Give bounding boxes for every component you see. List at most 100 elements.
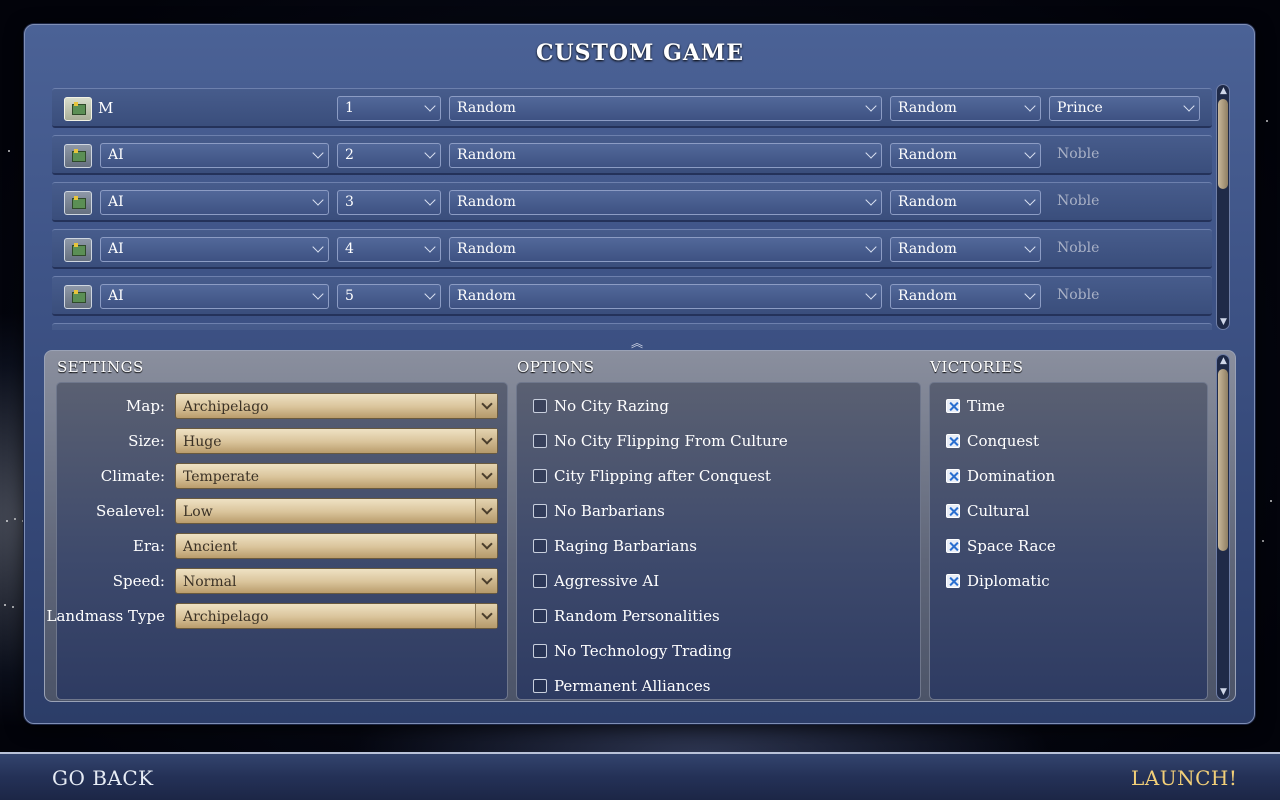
player-row (52, 323, 1212, 330)
team-dropdown[interactable]: 2 (337, 143, 441, 168)
player-type-dropdown[interactable]: AI (100, 237, 329, 262)
player-flag-button[interactable] (64, 191, 92, 215)
player-row: AI 4 Random Random Noble (52, 229, 1212, 269)
team-value: 1 (345, 100, 354, 116)
chevron-down-icon (1024, 194, 1036, 206)
scrollbar-thumb[interactable] (1218, 369, 1228, 551)
setting-label: Climate: (100, 467, 165, 485)
scroll-down-icon[interactable]: ▼ (1219, 318, 1228, 327)
player-row: AI 2 Random Random Noble (52, 135, 1212, 175)
map-dropdown[interactable]: Archipelago (175, 393, 498, 419)
setting-label: Era: (132, 537, 165, 555)
leader-value: Random (898, 100, 957, 116)
checkbox-icon[interactable] (533, 679, 547, 693)
player-row: M 1 Random Random Prince (52, 88, 1212, 128)
civilization-dropdown[interactable]: Random (449, 190, 882, 215)
checkbox-icon[interactable] (533, 469, 547, 483)
setting-value: Archipelago (183, 609, 269, 625)
player-flag-button[interactable] (64, 144, 92, 168)
civilization-dropdown[interactable]: Random (449, 96, 882, 121)
flag-icon (72, 243, 86, 256)
player-flag-button[interactable] (64, 238, 92, 262)
checkbox-checked-icon[interactable] (946, 504, 960, 518)
checkbox-icon[interactable] (533, 574, 547, 588)
scroll-up-icon[interactable]: ▲ (1219, 357, 1228, 366)
checkbox-checked-icon[interactable] (946, 434, 960, 448)
chevron-down-icon (475, 534, 497, 558)
victory-label: Time (967, 397, 1005, 415)
civilization-dropdown[interactable]: Random (449, 143, 882, 168)
difficulty-dropdown[interactable]: Prince (1049, 96, 1200, 121)
chevron-double-up-icon[interactable]: ︽ (631, 334, 643, 351)
chevron-down-icon (865, 100, 877, 112)
option-label: City Flipping after Conquest (554, 467, 771, 485)
player-type-dropdown[interactable]: AI (100, 143, 329, 168)
setting-label: Size: (128, 432, 165, 450)
checkbox-icon[interactable] (533, 539, 547, 553)
leader-dropdown[interactable]: Random (890, 190, 1041, 215)
player-type-dropdown[interactable]: AI (100, 190, 329, 215)
checkbox-icon[interactable] (533, 399, 547, 413)
checkbox-checked-icon[interactable] (946, 399, 960, 413)
setting-value: Normal (183, 574, 237, 590)
checkbox-checked-icon[interactable] (946, 539, 960, 553)
chevron-down-icon (1183, 100, 1195, 112)
option-label: No City Flipping From Culture (554, 432, 788, 450)
climate-dropdown[interactable]: Temperate (175, 463, 498, 489)
option-label: Aggressive AI (554, 572, 660, 590)
team-value: 4 (345, 241, 354, 257)
options-heading: OPTIONS (517, 358, 595, 376)
team-dropdown[interactable]: 1 (337, 96, 441, 121)
player-list-scrollbar[interactable]: ▲ ▼ (1216, 84, 1230, 330)
checkbox-icon[interactable] (533, 434, 547, 448)
settings-heading: SETTINGS (57, 358, 144, 376)
checkbox-icon[interactable] (533, 644, 547, 658)
size-dropdown[interactable]: Huge (175, 428, 498, 454)
civilization-dropdown[interactable]: Random (449, 237, 882, 262)
scroll-up-icon[interactable]: ▲ (1219, 87, 1228, 96)
setting-value: Ancient (183, 539, 238, 555)
team-dropdown[interactable]: 3 (337, 190, 441, 215)
checkbox-checked-icon[interactable] (946, 574, 960, 588)
option-label: Raging Barbarians (554, 537, 697, 555)
leader-dropdown[interactable]: Random (890, 143, 1041, 168)
go-back-button[interactable]: GO BACK (52, 766, 154, 790)
civilization-dropdown[interactable]: Random (449, 284, 882, 309)
flag-icon (72, 196, 86, 209)
team-dropdown[interactable]: 4 (337, 237, 441, 262)
chevron-down-icon (312, 147, 324, 159)
checkbox-icon[interactable] (533, 609, 547, 623)
scrollbar-thumb[interactable] (1218, 99, 1228, 189)
sealevel-dropdown[interactable]: Low (175, 498, 498, 524)
era-dropdown[interactable]: Ancient (175, 533, 498, 559)
chevron-down-icon (424, 100, 436, 112)
team-dropdown[interactable]: 5 (337, 284, 441, 309)
player-type-label: M (98, 99, 114, 117)
difficulty-label: Noble (1057, 287, 1100, 303)
launch-button[interactable]: LAUNCH! (1131, 766, 1237, 790)
chevron-down-icon (475, 464, 497, 488)
chevron-down-icon (865, 147, 877, 159)
chevron-down-icon (312, 288, 324, 300)
landmass-type-dropdown[interactable]: Archipelago (175, 603, 498, 629)
player-flag-button[interactable] (64, 97, 92, 121)
checkbox-checked-icon[interactable] (946, 469, 960, 483)
checkbox-icon[interactable] (533, 504, 547, 518)
player-type-value: AI (108, 241, 124, 257)
setting-label: Sealevel: (96, 502, 165, 520)
scroll-down-icon[interactable]: ▼ (1219, 688, 1228, 697)
leader-dropdown[interactable]: Random (890, 96, 1041, 121)
chevron-down-icon (475, 604, 497, 628)
victory-label: Domination (967, 467, 1056, 485)
leader-value: Random (898, 194, 957, 210)
player-flag-button[interactable] (64, 285, 92, 309)
player-row: AI 5 Random Random Noble (52, 276, 1212, 316)
leader-dropdown[interactable]: Random (890, 284, 1041, 309)
leader-dropdown[interactable]: Random (890, 237, 1041, 262)
flag-icon (72, 290, 86, 303)
player-type-dropdown[interactable]: AI (100, 284, 329, 309)
option-label: No City Razing (554, 397, 670, 415)
options-scrollbar[interactable]: ▲ ▼ (1216, 354, 1230, 700)
leader-value: Random (898, 147, 957, 163)
speed-dropdown[interactable]: Normal (175, 568, 498, 594)
